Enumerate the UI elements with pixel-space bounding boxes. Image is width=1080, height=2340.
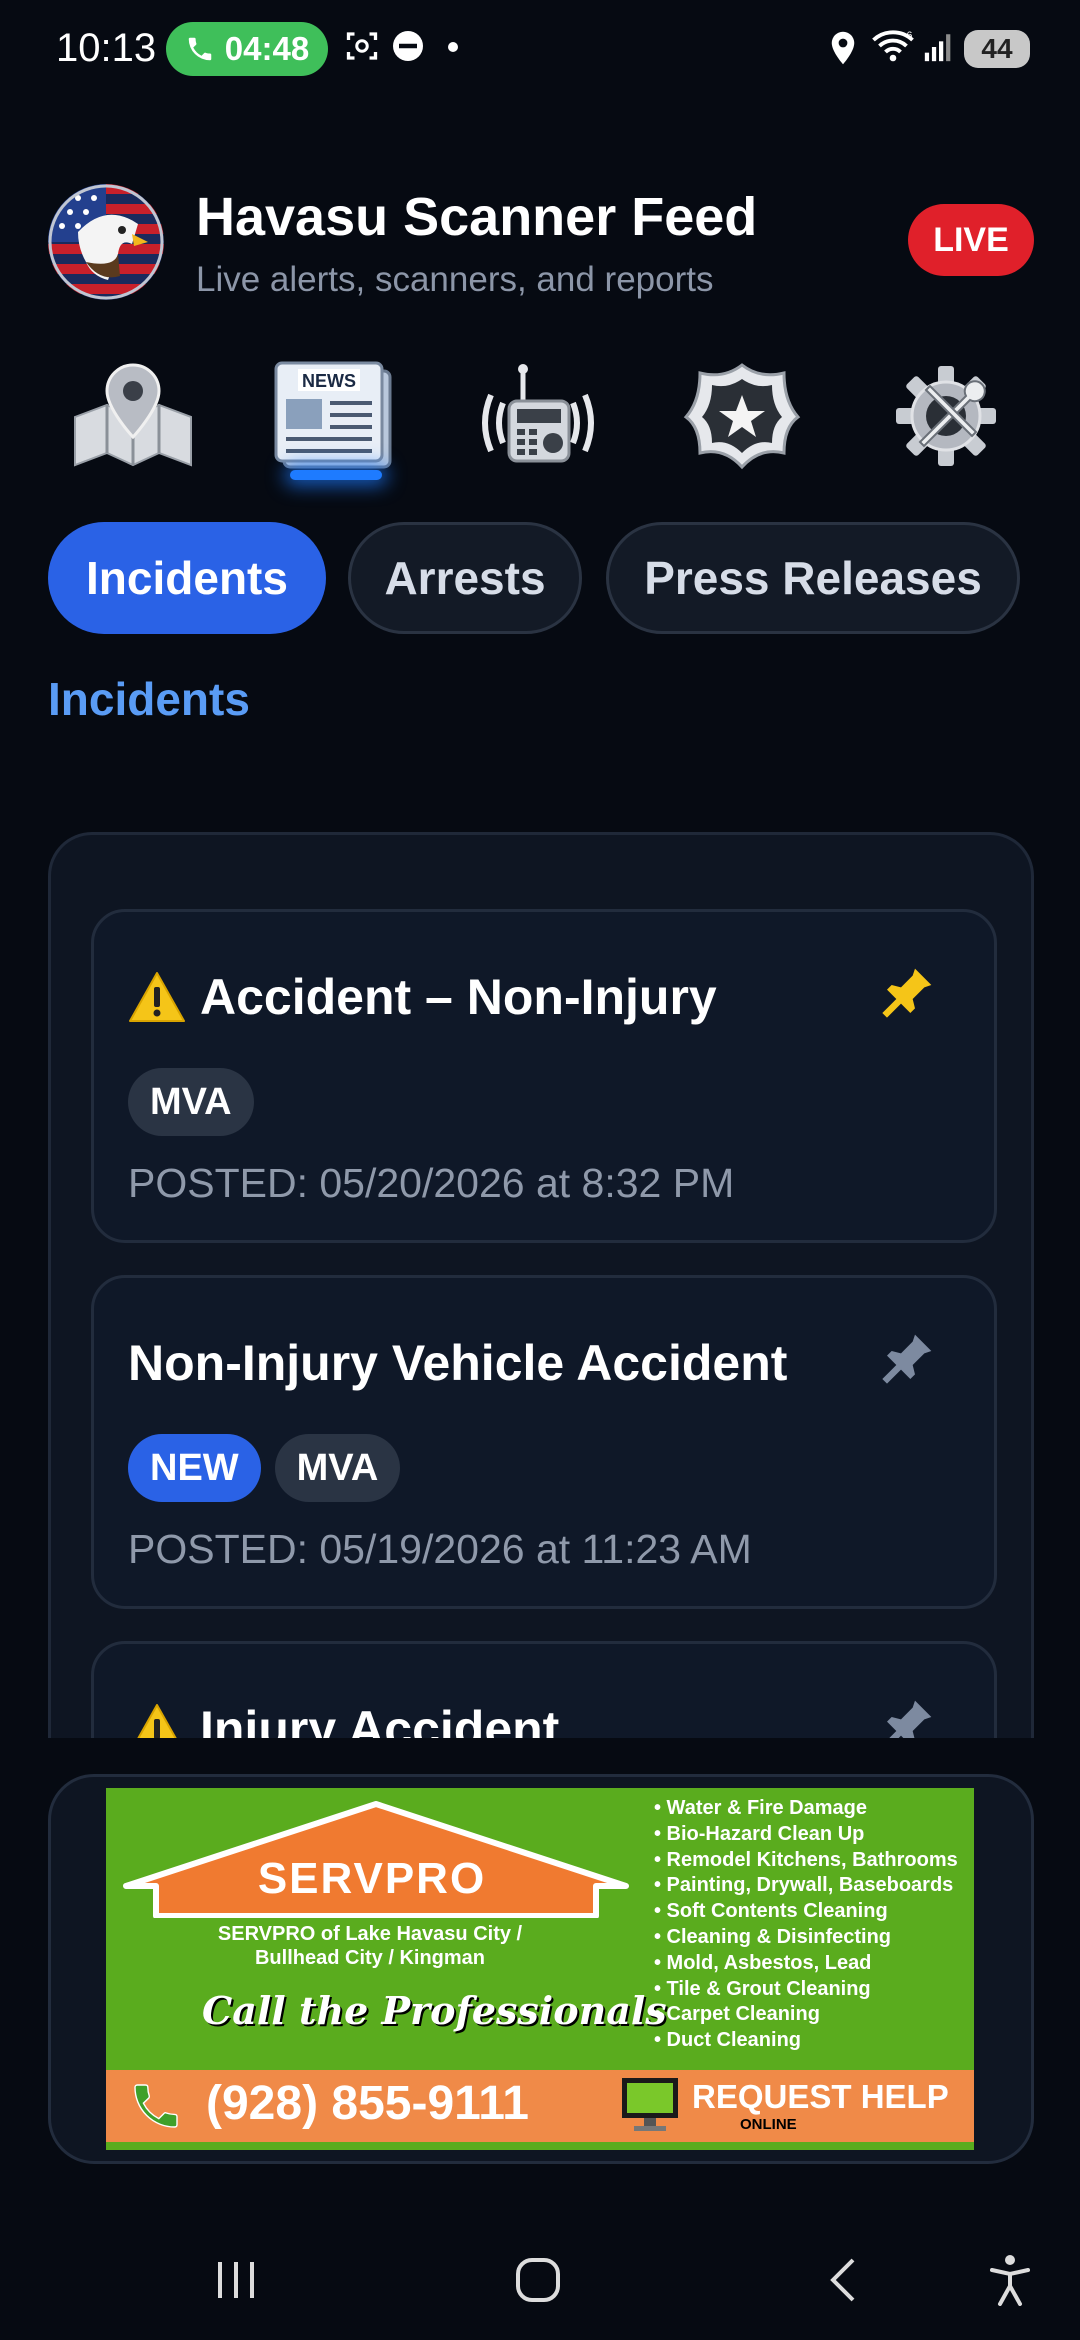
pin-icon[interactable] bbox=[880, 1330, 936, 1386]
tag-row: NEW MVA bbox=[128, 1434, 401, 1502]
incident-card[interactable]: Accident – Non-Injury MVA POSTED: 05/20/… bbox=[91, 909, 997, 1243]
tab-incidents[interactable]: Incidents bbox=[48, 522, 326, 634]
signal-icon bbox=[924, 34, 951, 62]
monitor-icon bbox=[622, 2078, 678, 2131]
ad-cta: REQUEST HELP bbox=[692, 2078, 949, 2115]
back-icon bbox=[830, 2258, 855, 2302]
incident-card[interactable]: Non-Injury Vehicle Accident NEW MVA POST… bbox=[91, 1275, 997, 1609]
location-icon bbox=[831, 31, 855, 65]
settings-nav-button[interactable] bbox=[876, 356, 1016, 476]
incident-title: Non-Injury Vehicle Accident bbox=[128, 1335, 788, 1391]
accessibility-icon bbox=[990, 2255, 1030, 2306]
incident-feed[interactable]: Accident – Non-Injury MVA POSTED: 05/20/… bbox=[48, 832, 1034, 1738]
back-button[interactable] bbox=[802, 2240, 882, 2320]
tab-press-releases[interactable]: Press Releases bbox=[606, 522, 1020, 634]
ad-service-item: • Tile & Grout Cleaning bbox=[654, 1977, 871, 2000]
ad-company: SERVPRO of Lake Havasu City / Bullhead C… bbox=[217, 1923, 523, 1969]
app-title: Havasu Scanner Feed bbox=[196, 187, 758, 247]
clock: 10:13 bbox=[56, 26, 157, 70]
map-nav-button[interactable] bbox=[62, 356, 202, 476]
ad-service-item: • Cleaning & Disinfecting bbox=[654, 1925, 892, 1948]
settings-gear-icon bbox=[896, 366, 996, 466]
posted-date: POSTED: 05/20/2026 at 8:32 PM bbox=[128, 1160, 735, 1206]
incident-card[interactable]: Injury Accident bbox=[91, 1641, 997, 1738]
eagle-flag-logo bbox=[48, 184, 164, 300]
svg-text:6: 6 bbox=[907, 30, 913, 42]
tab-arrests[interactable]: Arrests bbox=[348, 522, 582, 634]
call-timer: 04:48 bbox=[224, 30, 310, 67]
warning-icon bbox=[137, 1704, 177, 1738]
phone-icon bbox=[188, 37, 212, 61]
incident-title: Accident – Non-Injury bbox=[200, 969, 717, 1025]
tag-row: MVA bbox=[128, 1068, 254, 1136]
accessibility-button[interactable] bbox=[970, 2240, 1050, 2320]
map-pin-icon bbox=[74, 363, 192, 467]
ad-service-item: • Soft Contents Cleaning bbox=[654, 1900, 888, 1923]
ad-service-item: • Duct Cleaning bbox=[654, 2029, 802, 2052]
police-nav-button[interactable] bbox=[672, 356, 812, 476]
ad-service-item: • Carpet Cleaning bbox=[654, 2003, 820, 2026]
ad-service-item: • Painting, Drywall, Baseboards bbox=[654, 1874, 954, 1897]
ad-service-item: • Bio-Hazard Clean Up bbox=[654, 1822, 865, 1845]
app-subtitle: Live alerts, scanners, and reports bbox=[196, 260, 714, 299]
recent-apps-button[interactable] bbox=[196, 2240, 276, 2320]
ongoing-call-pill[interactable]: 04:48 bbox=[166, 22, 328, 76]
tag-mva: MVA bbox=[274, 1434, 401, 1502]
radio-scanner-icon bbox=[482, 364, 594, 463]
ad-service-item: • Remodel Kitchens, Bathrooms bbox=[654, 1848, 958, 1871]
pin-icon[interactable] bbox=[880, 964, 936, 1020]
incident-title: Injury Accident bbox=[200, 1701, 560, 1738]
recent-apps-icon bbox=[218, 2262, 254, 2298]
home-icon bbox=[516, 2258, 560, 2302]
news-nav-button[interactable]: NEWS bbox=[264, 356, 404, 476]
ad-service-item: • Water & Fire Damage bbox=[654, 1797, 867, 1819]
section-title: Incidents bbox=[48, 673, 250, 725]
ad-brand: SERVPRO bbox=[257, 1854, 487, 1903]
incident-title-row: Injury Accident bbox=[128, 1700, 559, 1738]
home-button[interactable] bbox=[498, 2240, 578, 2320]
ad-cta-sub: ONLINE bbox=[740, 2116, 797, 2133]
tag-mva: MVA bbox=[128, 1068, 254, 1136]
tag-new: NEW bbox=[128, 1434, 261, 1502]
app-logo bbox=[48, 184, 164, 300]
pin-icon[interactable] bbox=[880, 1696, 936, 1738]
screenshot-icon bbox=[346, 32, 378, 60]
police-badge-icon bbox=[683, 363, 801, 470]
ad-services-list: • Water & Fire Damage • Bio-Hazard Clean… bbox=[654, 1796, 958, 2054]
active-category-indicator bbox=[290, 470, 382, 480]
posted-date: POSTED: 05/19/2026 at 11:23 AM bbox=[128, 1526, 752, 1572]
status-bar: 10:13 04:48 6 44 bbox=[0, 0, 1080, 100]
svg-text:NEWS: NEWS bbox=[302, 371, 356, 391]
ad-slogan: Call the Professionals bbox=[202, 1988, 667, 2033]
incident-title-row: Accident – Non-Injury bbox=[128, 968, 717, 1026]
battery-level: 44 bbox=[981, 33, 1013, 64]
incident-title-row: Non-Injury Vehicle Accident bbox=[128, 1334, 787, 1392]
warning-icon bbox=[129, 972, 185, 1022]
battery-indicator: 44 bbox=[964, 30, 1030, 68]
news-icon: NEWS bbox=[274, 361, 392, 469]
ad-service-item: • Mold, Asbestos, Lead bbox=[654, 1951, 872, 1974]
ad-contact-bar: (928) 855-9111 REQUEST HELP ONLINE bbox=[106, 2070, 974, 2142]
do-not-disturb-icon bbox=[393, 31, 423, 61]
live-badge[interactable]: LIVE bbox=[908, 204, 1034, 276]
notification-dot-icon bbox=[448, 42, 458, 52]
phone-icon bbox=[134, 2084, 178, 2128]
servpro-ad[interactable]: SERVPRO SERVPRO of Lake Havasu City / Bu… bbox=[106, 1788, 974, 2150]
wifi-icon: 6 bbox=[872, 30, 914, 62]
scanner-nav-button[interactable] bbox=[468, 356, 608, 476]
ad-phone: (928) 855-9111 bbox=[206, 2077, 529, 2130]
